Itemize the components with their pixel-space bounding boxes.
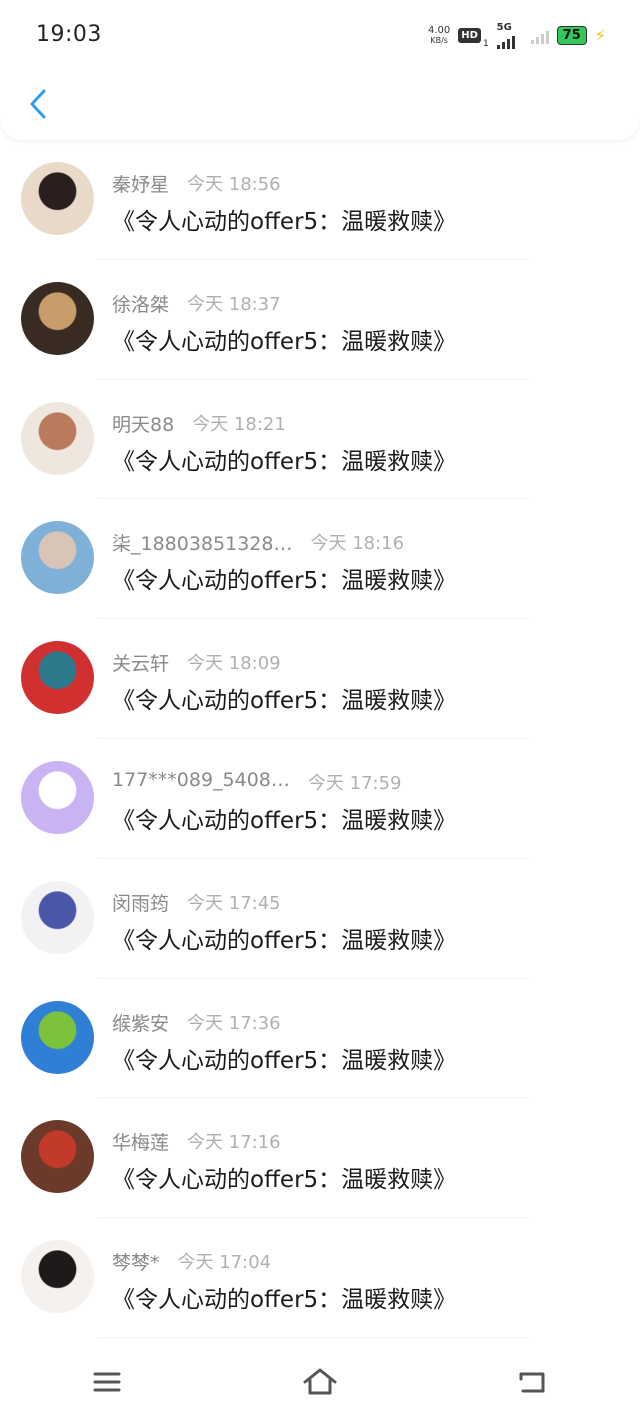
message-text: 《令人心动的offer5：温暖救赎》 <box>112 568 457 595</box>
avatar[interactable] <box>21 401 94 475</box>
list-item[interactable]: 关云轩 今天 18:09 《令人心动的offer5：温暖救赎》 <box>0 619 640 739</box>
chevron-left-icon <box>30 89 46 119</box>
avatar[interactable] <box>21 1120 94 1194</box>
item-meta: 柒_18803851328… 今天 18:16 <box>112 529 404 556</box>
avatar[interactable] <box>21 281 94 355</box>
user-name[interactable]: 缑紫安 <box>112 1009 169 1036</box>
item-meta: 明天88 今天 18:21 <box>112 410 286 437</box>
timestamp: 今天 18:37 <box>187 293 281 315</box>
sim-index: 1 <box>482 39 489 49</box>
message-text: 《令人心动的offer5：温暖救赎》 <box>112 209 457 235</box>
avatar[interactable] <box>21 641 94 715</box>
list-item[interactable]: 棽棽* 今天 17:04 《令人心动的offer5：温暖救赎》 <box>0 1218 640 1338</box>
status-icons: 4.00 KB/s HD 1 5G 75 ⚡ <box>428 22 606 49</box>
avatar[interactable] <box>21 760 94 834</box>
message-text: 《令人心动的offer5：温暖救赎》 <box>112 927 457 954</box>
list-item[interactable]: 秦妤星 今天 18:56 《令人心动的offer5：温暖救赎》 <box>0 140 640 260</box>
avatar[interactable] <box>21 521 94 595</box>
secondary-signal-icon <box>530 28 549 44</box>
user-name[interactable]: 177***089_5408… <box>112 769 290 795</box>
back-nav-button[interactable] <box>503 1357 563 1407</box>
item-meta: 棽棽* 今天 17:04 <box>112 1248 271 1275</box>
system-navbar <box>0 1340 640 1423</box>
menu-icon <box>93 1372 121 1391</box>
list-item[interactable]: 华梅莲 今天 17:16 《令人心动的offer5：温暖救赎》 <box>0 1098 640 1219</box>
message-text: 《令人心动的offer5：温暖救赎》 <box>112 807 457 834</box>
back-button[interactable] <box>18 82 58 126</box>
comment-list: 秦妤星 今天 18:56 《令人心动的offer5：温暖救赎》 徐洛桀 今天 18:37… <box>0 140 640 1338</box>
timestamp: 今天 17:59 <box>307 772 402 794</box>
list-item[interactable]: 柒_18803851328… 今天 18:16 《令人心动的offer5：温暖救赎》 <box>0 499 640 620</box>
list-item[interactable]: 明天88 今天 18:21 《令人心动的offer5：温暖救赎》 <box>0 380 640 500</box>
message-text: 《令人心动的offer5：温暖救赎》 <box>112 1287 457 1314</box>
message-text: 《令人心动的offer5：温暖救赎》 <box>112 1047 457 1074</box>
message-text: 《令人心动的offer5：温暖救赎》 <box>112 328 457 355</box>
home-button[interactable] <box>290 1357 350 1407</box>
menu-button[interactable] <box>77 1357 137 1407</box>
timestamp: 今天 18:09 <box>187 653 281 675</box>
item-meta: 关云轩 今天 18:09 <box>112 649 281 676</box>
divider <box>98 1336 530 1338</box>
item-meta: 缑紫安 今天 17:36 <box>112 1009 281 1036</box>
item-meta: 秦妤星 今天 18:56 <box>112 170 281 197</box>
timestamp: 今天 18:56 <box>187 174 281 195</box>
user-name[interactable]: 华梅莲 <box>112 1128 169 1155</box>
timestamp: 今天 17:04 <box>177 1252 272 1274</box>
list-item[interactable]: 徐洛桀 今天 18:37 《令人心动的offer5：温暖救赎》 <box>0 260 640 380</box>
back-return-icon <box>519 1372 545 1392</box>
user-name[interactable]: 棽棽* <box>112 1248 160 1275</box>
cellular-signal-icon: 5G <box>496 22 515 49</box>
avatar[interactable] <box>21 1000 94 1074</box>
timestamp: 今天 18:16 <box>310 533 405 555</box>
message-text: 《令人心动的offer5：温暖救赎》 <box>112 1167 457 1194</box>
user-name[interactable]: 明天88 <box>112 410 174 437</box>
home-icon <box>303 1368 337 1394</box>
user-name[interactable]: 徐洛桀 <box>112 290 169 317</box>
avatar[interactable] <box>21 162 94 235</box>
item-meta: 徐洛桀 今天 18:37 <box>112 290 281 317</box>
list-item[interactable]: 缑紫安 今天 17:36 《令人心动的offer5：温暖救赎》 <box>0 979 640 1099</box>
avatar[interactable] <box>21 1240 94 1314</box>
timestamp: 今天 17:36 <box>187 1012 281 1034</box>
timestamp: 今天 18:21 <box>192 413 286 435</box>
item-meta: 177***089_5408… 今天 17:59 <box>112 769 402 795</box>
user-name[interactable]: 柒_18803851328… <box>112 529 292 556</box>
charging-icon: ⚡ <box>594 26 606 45</box>
list-item[interactable]: 闵雨筠 今天 17:45 《令人心动的offer5：温暖救赎》 <box>0 859 640 979</box>
list-item[interactable]: 177***089_5408… 今天 17:59 《令人心动的offer5：温暖救赎… <box>0 739 640 859</box>
top-bar: 19:03 4.00 KB/s HD 1 5G 75 ⚡ <box>0 0 640 140</box>
user-name[interactable]: 闵雨筠 <box>112 889 169 916</box>
status-time: 19:03 <box>36 22 102 47</box>
message-text: 《令人心动的offer5：温暖救赎》 <box>112 688 457 715</box>
network-speed: 4.00 KB/s <box>428 24 451 45</box>
avatar[interactable] <box>21 880 94 954</box>
user-name[interactable]: 关云轩 <box>112 649 169 676</box>
item-meta: 闵雨筠 今天 17:45 <box>112 889 281 916</box>
battery-icon: 75 <box>556 26 587 45</box>
timestamp: 今天 17:45 <box>187 892 281 914</box>
item-meta: 华梅莲 今天 17:16 <box>112 1128 281 1155</box>
timestamp: 今天 17:16 <box>187 1132 281 1154</box>
hd-icon: HD <box>458 28 481 43</box>
message-text: 《令人心动的offer5：温暖救赎》 <box>112 448 457 475</box>
user-name[interactable]: 秦妤星 <box>112 170 169 197</box>
